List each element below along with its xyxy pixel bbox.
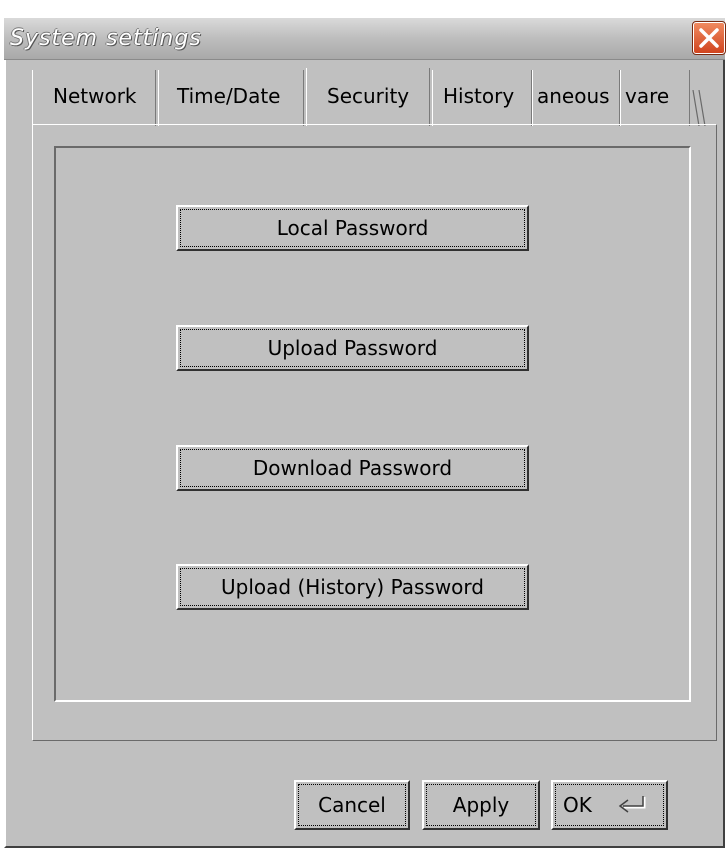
tab-strip: Network Time/Date Security History aneou… — [28, 68, 718, 126]
apply-label: Apply — [452, 793, 510, 817]
window-title: System settings — [10, 26, 202, 51]
tab-miscellaneous-label: aneous — [537, 84, 610, 108]
ok-button[interactable]: OK — [551, 780, 668, 830]
enter-key-icon — [618, 796, 646, 813]
upload-history-password-label: Upload (History) Password — [221, 575, 484, 599]
download-password-button[interactable]: Download Password — [176, 445, 529, 491]
tab-software[interactable]: vare — [620, 70, 690, 126]
cancel-label: Cancel — [318, 793, 386, 817]
tab-software-label: vare — [625, 84, 670, 108]
tab-scroll-indicator — [692, 90, 706, 126]
local-password-button[interactable]: Local Password — [176, 205, 529, 251]
tab-security[interactable]: Security — [306, 68, 430, 126]
cancel-button[interactable]: Cancel — [294, 780, 410, 830]
tab-time-date-label: Time/Date — [177, 84, 281, 108]
tab-history[interactable]: History — [432, 70, 532, 126]
tab-network-label: Network — [53, 84, 137, 108]
tab-time-date[interactable]: Time/Date — [158, 70, 304, 126]
tab-network[interactable]: Network — [32, 70, 156, 126]
close-icon — [699, 28, 719, 48]
tab-security-label: Security — [327, 84, 410, 108]
tab-history-label: History — [443, 84, 515, 108]
local-password-label: Local Password — [276, 216, 429, 240]
close-button[interactable] — [692, 21, 726, 55]
apply-button[interactable]: Apply — [422, 780, 540, 830]
download-password-label: Download Password — [252, 456, 453, 480]
upload-password-button[interactable]: Upload Password — [176, 325, 529, 371]
title-bar[interactable]: System settings — [4, 18, 726, 60]
upload-password-label: Upload Password — [267, 336, 438, 360]
upload-history-password-button[interactable]: Upload (History) Password — [176, 564, 529, 610]
tab-miscellaneous[interactable]: aneous — [532, 70, 620, 126]
